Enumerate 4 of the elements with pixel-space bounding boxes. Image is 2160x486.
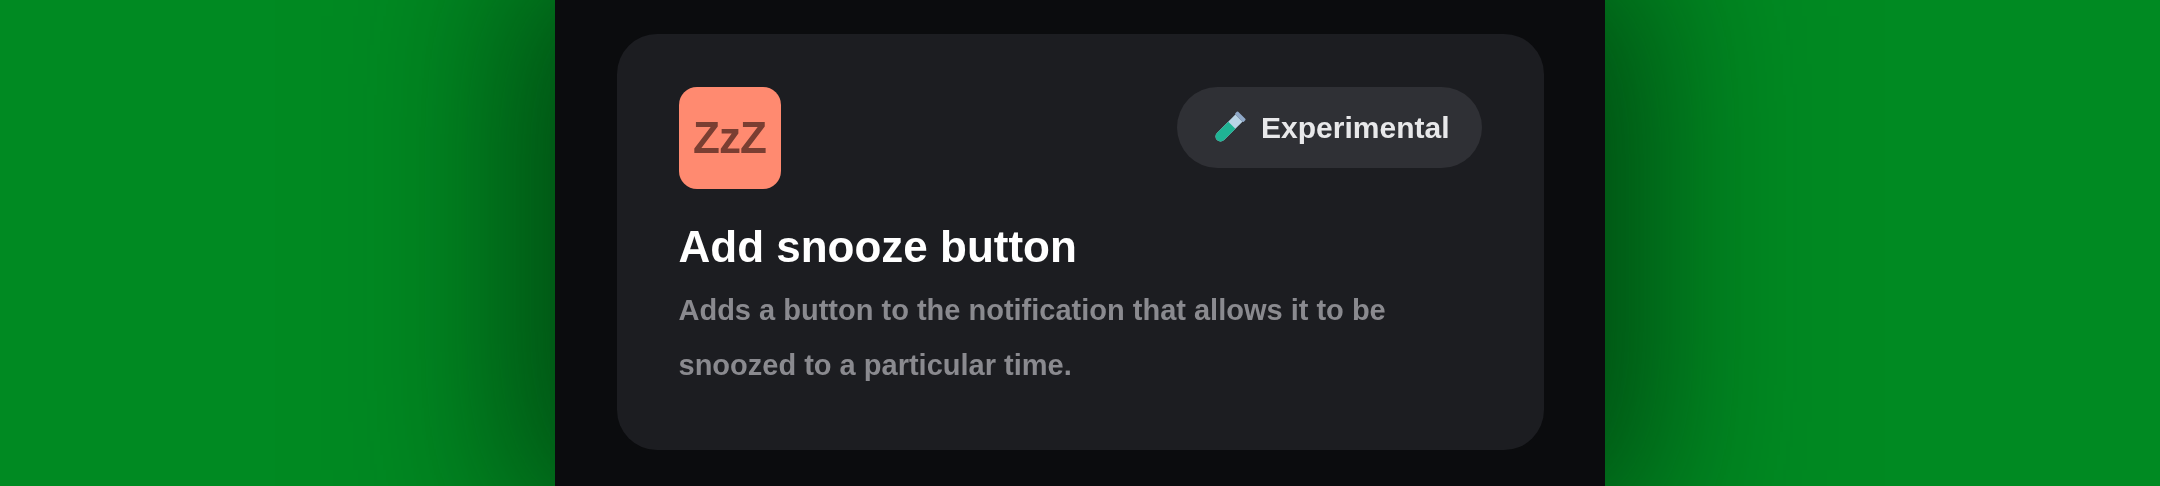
card-description: Adds a button to the notification that allows it to be snoozed to a particular time. — [678, 293, 1387, 383]
snooze-icon: ZzZ — [678, 87, 781, 189]
card-title: Add snooze button — [678, 221, 1078, 273]
experimental-badge: Experimental — [1177, 87, 1482, 168]
